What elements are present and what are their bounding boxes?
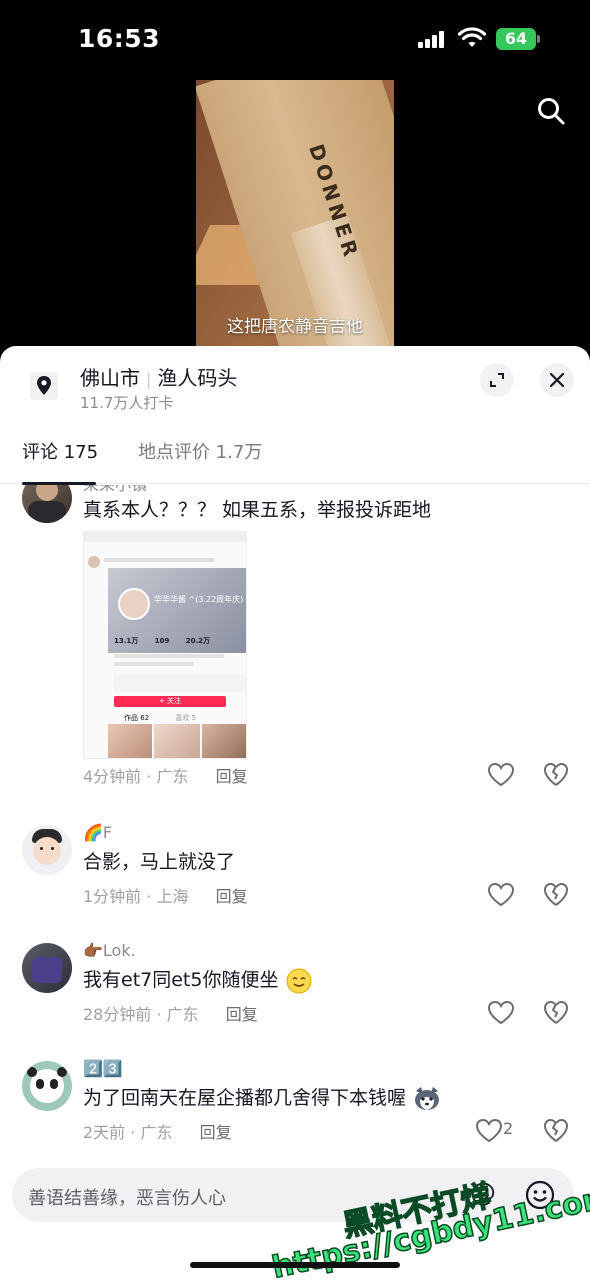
profile-name: 华华华酱 ^(3.22周年庆) [154, 595, 244, 604]
comment-item: 🌈F 合影，马上就没了 1分钟前 · 上海 回复 [0, 823, 590, 925]
dislike-broken-heart-icon[interactable] [542, 1117, 570, 1143]
comment-sheet: 佛山市 | 渔人码头 11.7万人打卡 评论 175 地点评价 1.7万 真系本… [0, 346, 590, 1280]
status-time: 16:53 [78, 24, 161, 53]
location-pin-icon [30, 372, 58, 400]
tab-bar: 评论 175 地点评价 1.7万 [0, 432, 590, 485]
cellular-signal-icon [418, 30, 450, 48]
reply-button[interactable]: 回复 [200, 1123, 232, 1142]
close-button[interactable] [540, 363, 574, 397]
avatar[interactable] [22, 1061, 72, 1111]
reply-button[interactable]: 回复 [216, 767, 248, 786]
like-heart-icon[interactable] [486, 999, 516, 1025]
comment-time: 1分钟前 [83, 887, 142, 906]
location-place: 渔人码头 [157, 366, 238, 390]
comment-text: 我有et7同et5你随便坐 [83, 969, 279, 991]
comment-region: 广东 [166, 1005, 199, 1024]
comment-text-row: 为了回南天在屋企播都几舍得下本钱喔 [83, 1083, 442, 1113]
expand-button[interactable] [480, 363, 514, 397]
like-heart-icon[interactable] [474, 1117, 504, 1143]
dislike-broken-heart-icon[interactable] [542, 761, 570, 787]
input-placeholder: 善语结善缘，恶言伤人心 [28, 1188, 226, 1209]
tab-comments[interactable]: 评论 175 [22, 438, 98, 464]
works-tab: 作品 62 [124, 714, 150, 722]
comment-username[interactable]: 2️⃣3️⃣ [83, 1059, 123, 1078]
likes-tab: 喜欢 5 [175, 714, 197, 722]
dislike-broken-heart-icon[interactable] [542, 999, 570, 1025]
close-icon [549, 372, 565, 388]
avatar[interactable] [22, 825, 72, 875]
comment-text: 合影，马上就没了 [83, 851, 236, 873]
tab-location-reviews[interactable]: 地点评价 1.7万 [138, 438, 262, 464]
dislike-broken-heart-icon[interactable] [542, 881, 570, 907]
comment-meta: 4分钟前 · 广东 回复 [83, 767, 248, 786]
comment-username[interactable]: 🌈F [83, 823, 112, 842]
battery-icon: 64 [496, 28, 540, 50]
avatar[interactable] [22, 943, 72, 993]
comment-meta: 2天前 · 广东 回复 [83, 1123, 232, 1142]
comment-meta: 1分钟前 · 上海 回复 [83, 887, 248, 906]
stat-3: 20.2万 [185, 637, 211, 645]
comment-time: 4分钟前 [83, 767, 142, 786]
wifi-icon [458, 27, 486, 47]
husky-emoji-icon [415, 1086, 440, 1110]
reply-button[interactable]: 回复 [226, 1005, 258, 1024]
comment-region: 广东 [140, 1123, 173, 1142]
avatar[interactable] [22, 485, 72, 523]
comment-time: 28分钟前 [83, 1005, 152, 1024]
like-count: 2 [503, 1119, 514, 1138]
reply-button[interactable]: 回复 [216, 887, 248, 906]
smile-emoji-icon [286, 968, 312, 993]
video-frame: DONNER 这把唐农静音吉他 [196, 80, 394, 370]
comment-text-row: 我有et7同et5你随便坐 [83, 965, 313, 995]
stat-2: 109 [154, 637, 170, 645]
search-icon[interactable] [536, 96, 566, 126]
stat-1: 13.1万 [114, 637, 139, 645]
comment-username[interactable]: 呆呆小镇 [83, 485, 147, 495]
video-player[interactable]: DONNER 这把唐农静音吉他 [0, 80, 590, 380]
comment-time: 2天前 [83, 1123, 126, 1142]
comment-meta: 28分钟前 · 广东 回复 [83, 1005, 258, 1024]
checkin-count: 11.7万人打卡 [80, 394, 174, 412]
video-caption: 这把唐农静音吉他 [227, 317, 363, 337]
location-city: 佛山市 [80, 366, 140, 390]
location-header[interactable]: 佛山市 | 渔人码头 11.7万人打卡 [0, 346, 590, 426]
comment-username[interactable]: 👉🏾Lok. [83, 941, 136, 960]
comment-list[interactable]: 呆呆小镇 真系本人？？？ 如果五系，举报投诉距地 华华华酱 ^(3.22周年庆)… [0, 485, 590, 1157]
comment-item: 👉🏾Lok. 我有et7同et5你随便坐 28分钟前 · 广东 回复 [0, 941, 590, 1043]
comment-item: 呆呆小镇 真系本人？？？ 如果五系，举报投诉距地 华华华酱 ^(3.22周年庆)… [0, 485, 590, 803]
status-bar: 16:53 64 [0, 0, 590, 80]
comment-region: 广东 [156, 767, 189, 786]
comment-item: 2️⃣3️⃣ 为了回南天在屋企播都几舍得下本钱喔 2天前 · 广东 回复 2 [0, 1059, 590, 1157]
like-heart-icon[interactable] [486, 881, 516, 907]
like-heart-icon[interactable] [486, 761, 516, 787]
battery-level: 64 [496, 28, 536, 50]
comment-screenshot-image[interactable]: 华华华酱 ^(3.22周年庆) 13.1万 109 20.2万 + 关注 作品 … [83, 531, 247, 759]
comment-text: 真系本人？？？ 如果五系，举报投诉距地 [83, 499, 432, 521]
expand-icon [490, 373, 504, 387]
follow-button: + 关注 [114, 696, 226, 707]
comment-region: 上海 [156, 887, 189, 906]
home-indicator[interactable] [190, 1262, 400, 1268]
comment-text: 为了回南天在屋企播都几舍得下本钱喔 [83, 1087, 407, 1109]
location-title: 佛山市 | 渔人码头 [80, 366, 238, 390]
